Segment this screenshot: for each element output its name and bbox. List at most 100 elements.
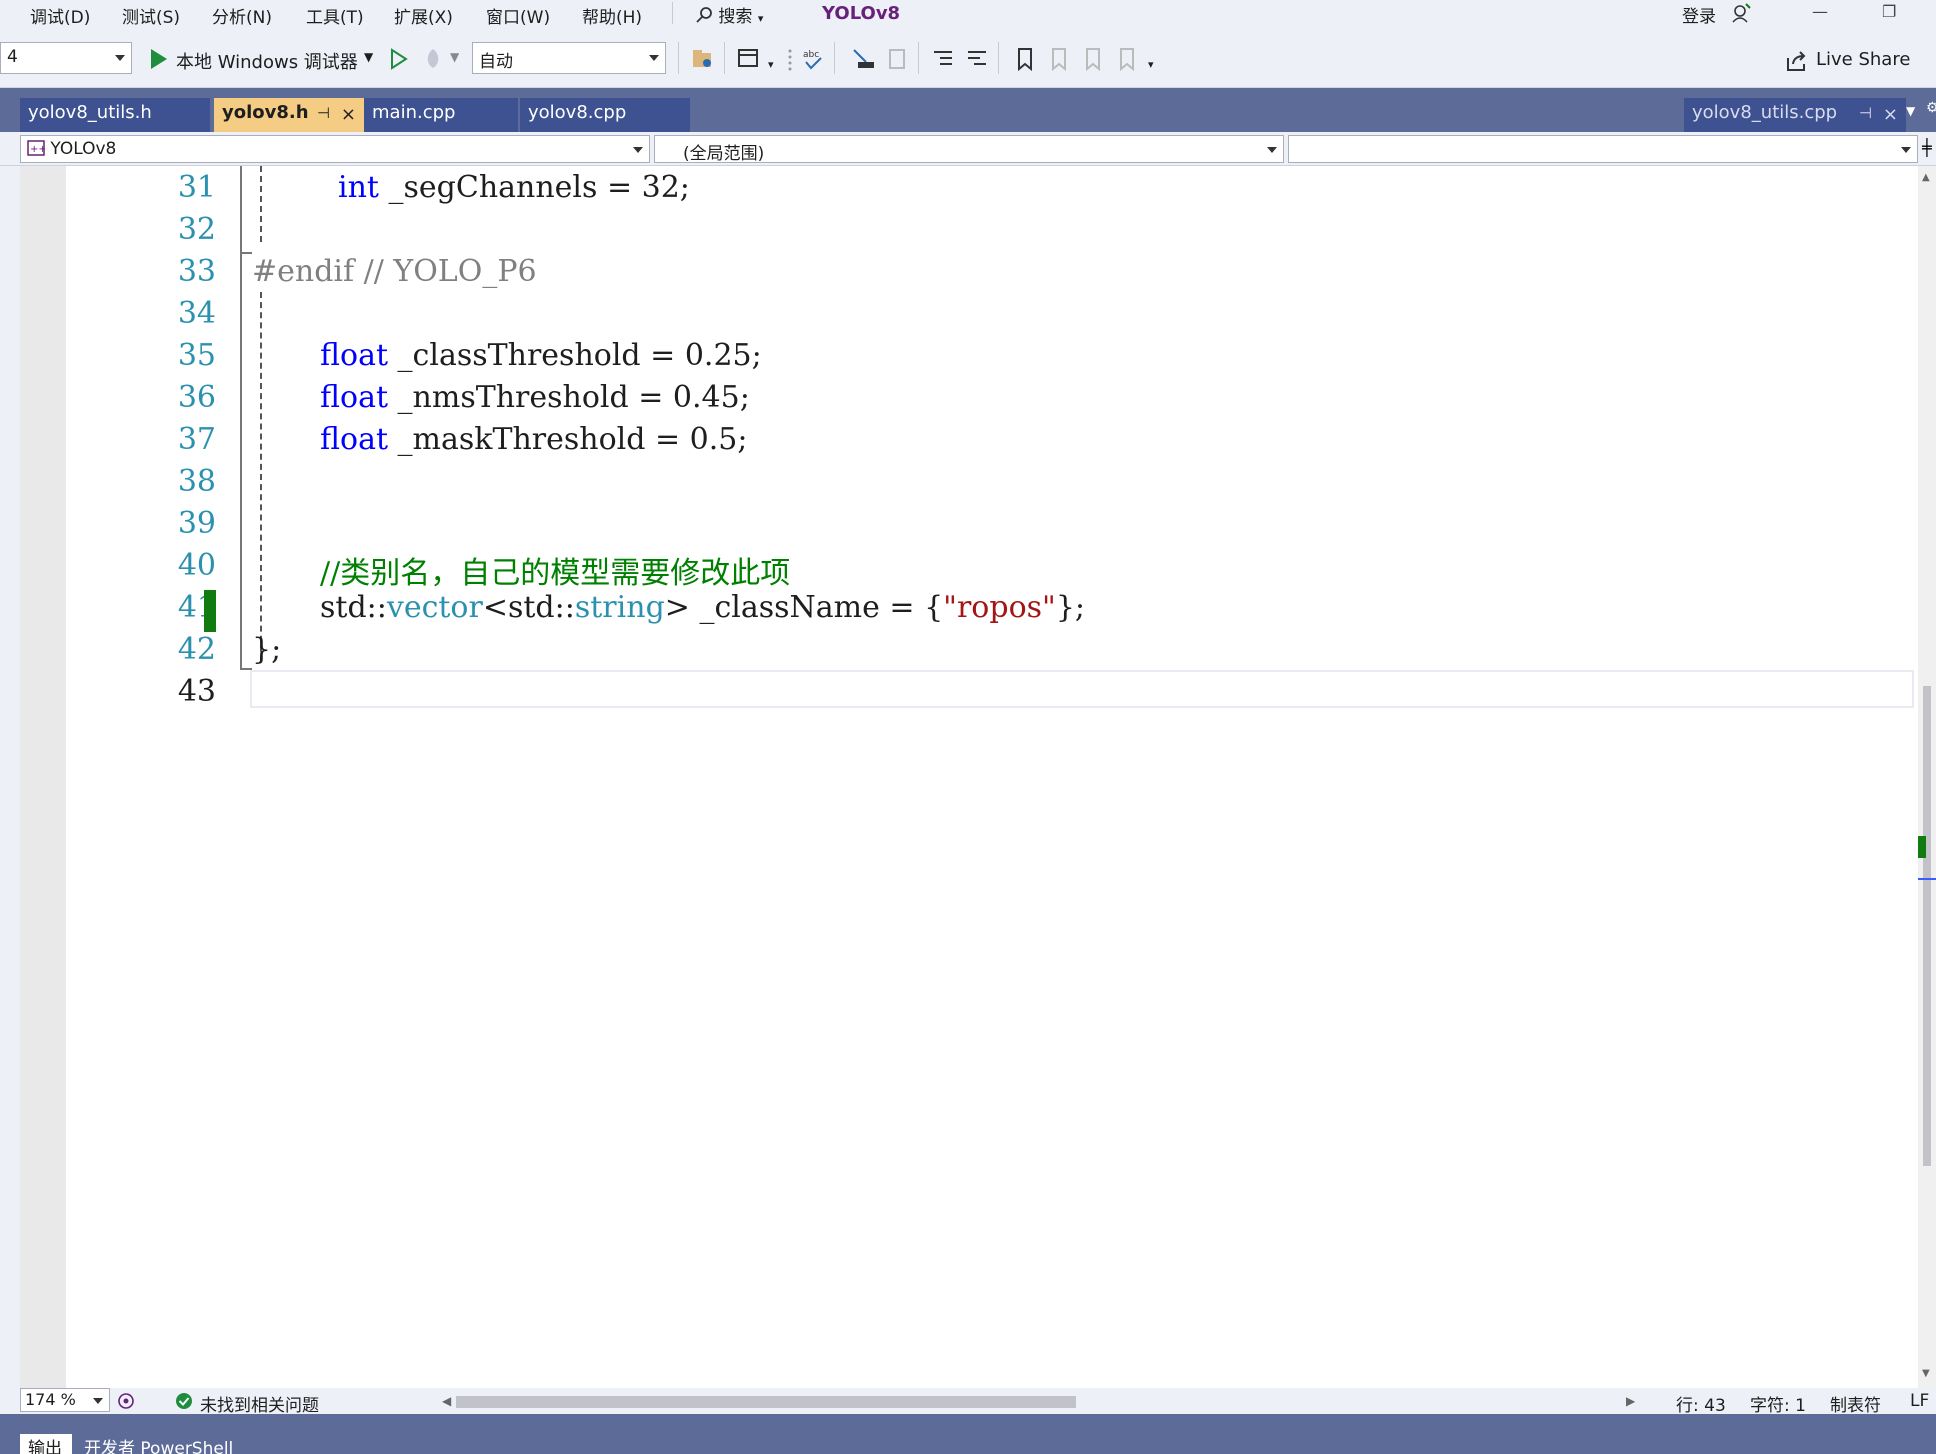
- code-line-40[interactable]: //类别名，自己的模型需要修改此项: [320, 548, 790, 592]
- menu-window[interactable]: 窗口(W): [486, 3, 550, 28]
- code-text: };: [1055, 590, 1086, 625]
- gear-icon[interactable]: ⚙: [1926, 100, 1936, 116]
- code-comment: // YOLO_P6: [354, 254, 537, 289]
- line-indicator[interactable]: 行: 43: [1676, 1391, 1726, 1416]
- scroll-down-icon[interactable]: ▼: [1922, 1368, 1930, 1379]
- chevron-down-icon[interactable]: ▼: [364, 50, 373, 64]
- code-text: <std::: [482, 590, 575, 625]
- code-line-31[interactable]: int _segChannels = 32;: [338, 170, 690, 205]
- step-into-icon[interactable]: [850, 46, 876, 72]
- line-number: 37: [177, 422, 216, 457]
- code-line-33[interactable]: #endif // YOLO_P6: [252, 254, 537, 289]
- tab-main-cpp[interactable]: main.cpp: [364, 98, 518, 132]
- platform-value: 4: [7, 47, 18, 67]
- code-line-42[interactable]: };: [252, 632, 281, 667]
- previous-bookmark-icon[interactable]: [1046, 46, 1072, 72]
- zoom-select[interactable]: 174 %: [20, 1388, 110, 1412]
- pin-icon[interactable]: ⊣: [1859, 104, 1872, 122]
- start-without-debug-icon[interactable]: [386, 46, 412, 72]
- window-layout-icon[interactable]: [736, 46, 762, 72]
- issues-status[interactable]: 未找到相关问题: [200, 1391, 319, 1416]
- live-share-button[interactable]: Live Share: [1816, 49, 1910, 70]
- line-ending-indicator[interactable]: LF: [1910, 1391, 1929, 1411]
- check-circle-icon: [176, 1393, 192, 1409]
- account-icon[interactable]: [1730, 2, 1752, 24]
- code-line-37[interactable]: float _maskThreshold = 0.5;: [320, 422, 748, 457]
- platform-select[interactable]: 4: [0, 42, 132, 74]
- split-editor-icon[interactable]: ╪: [1922, 138, 1932, 157]
- menu-extensions[interactable]: 扩展(X): [394, 3, 453, 28]
- close-icon[interactable]: ×: [341, 104, 356, 125]
- tab-yolov8-utils-h[interactable]: yolov8_utils.h: [20, 98, 210, 132]
- toolbar-divider: [998, 42, 999, 74]
- unsaved-change-indicator: [204, 590, 216, 632]
- menu-bar: 调试(D) 测试(S) 分析(N) 工具(T) 扩展(X) 窗口(W) 帮助(H…: [0, 0, 1936, 28]
- spell-check-icon[interactable]: abc: [800, 46, 826, 72]
- line-number: 38: [177, 464, 216, 499]
- tab-overflow-dropdown[interactable]: ▼: [1906, 104, 1915, 118]
- next-bookmark-icon[interactable]: [1080, 46, 1106, 72]
- keyword-int: int: [338, 170, 379, 205]
- minimize-button[interactable]: —: [1812, 2, 1828, 21]
- intellicode-icon[interactable]: [116, 1391, 136, 1411]
- menu-help[interactable]: 帮助(H): [582, 3, 642, 28]
- horizontal-scrollbar-thumb[interactable]: [456, 1396, 1076, 1408]
- uncomment-icon[interactable]: [884, 46, 910, 72]
- tab-output[interactable]: 输出: [20, 1434, 72, 1454]
- configuration-select[interactable]: 自动: [472, 42, 666, 74]
- menu-tools[interactable]: 工具(T): [306, 3, 364, 28]
- menu-debug[interactable]: 调试(D): [30, 3, 90, 28]
- toolbar-divider: [678, 42, 679, 74]
- char-indicator[interactable]: 字符: 1: [1750, 1391, 1806, 1416]
- chevron-down-icon[interactable]: ▼: [450, 50, 459, 64]
- code-editor[interactable]: 31 32 33 34 35 36 37 38 39 40 41 42 43 i…: [66, 166, 1918, 1388]
- signin-link[interactable]: 登录: [1682, 2, 1716, 27]
- restore-button[interactable]: ❐: [1882, 2, 1896, 21]
- pin-icon[interactable]: ⊣: [317, 104, 330, 122]
- keyword-float: float: [320, 422, 389, 457]
- close-icon[interactable]: ×: [1883, 104, 1898, 125]
- clear-bookmarks-icon[interactable]: [1114, 46, 1140, 72]
- scroll-up-icon[interactable]: ▲: [1922, 172, 1930, 183]
- tab-label: main.cpp: [372, 102, 456, 123]
- tabs-indicator[interactable]: 制表符: [1830, 1391, 1881, 1416]
- tab-yolov8-cpp[interactable]: yolov8.cpp: [520, 98, 690, 132]
- menu-analyze[interactable]: 分析(N): [212, 3, 272, 28]
- start-debugger-button[interactable]: 本地 Windows 调试器: [176, 48, 358, 74]
- tab-developer-powershell[interactable]: 开发者 PowerShell: [76, 1434, 256, 1454]
- scope-dropdown[interactable]: (全局范围): [654, 135, 1284, 163]
- scrollbar-thumb[interactable]: [1923, 686, 1931, 1166]
- change-marker: [1918, 836, 1926, 858]
- outline-bracket: [240, 166, 242, 670]
- member-dropdown[interactable]: [1288, 135, 1918, 163]
- bookmark-icon[interactable]: [1012, 46, 1038, 72]
- indent-icon[interactable]: [930, 46, 956, 72]
- glyph-margin[interactable]: [20, 166, 66, 1388]
- hot-reload-icon[interactable]: [420, 46, 446, 72]
- vertical-scrollbar[interactable]: ▲ ▼: [1918, 166, 1936, 1388]
- menu-test[interactable]: 测试(S): [122, 3, 180, 28]
- code-text: _segChannels = 32;: [378, 170, 690, 205]
- type-name: string: [574, 590, 665, 625]
- tab-yolov8-h[interactable]: yolov8.h ⊣ ×: [214, 98, 364, 132]
- tab-label: yolov8_utils.h: [28, 102, 152, 123]
- code-line-35[interactable]: float _classThreshold = 0.25;: [320, 338, 762, 373]
- editor-status-strip: 174 % 未找到相关问题 ◀ ▶ 行: 43 字符: 1 制表符 LF: [0, 1388, 1936, 1416]
- outdent-icon[interactable]: [964, 46, 990, 72]
- code-line-36[interactable]: float _nmsThreshold = 0.45;: [320, 380, 750, 415]
- solution-explorer-icon[interactable]: [690, 46, 716, 72]
- play-icon[interactable]: [146, 46, 172, 72]
- tab-label: yolov8_utils.cpp: [1692, 102, 1838, 123]
- project-dropdown[interactable]: ++ YOLOv8: [20, 135, 650, 163]
- scroll-right-icon[interactable]: ▶: [1626, 1394, 1635, 1408]
- chevron-down-icon[interactable]: ▾: [768, 58, 774, 71]
- tab-label: yolov8.h: [222, 102, 309, 123]
- chevron-down-icon[interactable]: ▾: [1148, 58, 1154, 71]
- chevron-down-icon: [633, 147, 643, 153]
- string-literal: "ropos": [943, 590, 1056, 625]
- scroll-left-icon[interactable]: ◀: [442, 1394, 451, 1408]
- search-button[interactable]: 搜索 ▾: [695, 2, 763, 27]
- code-line-41[interactable]: std::vector<std::string> _className = {"…: [320, 590, 1085, 625]
- tab-yolov8-utils-cpp[interactable]: yolov8_utils.cpp ⊣ ×: [1684, 98, 1906, 132]
- search-label: 搜索: [718, 7, 753, 27]
